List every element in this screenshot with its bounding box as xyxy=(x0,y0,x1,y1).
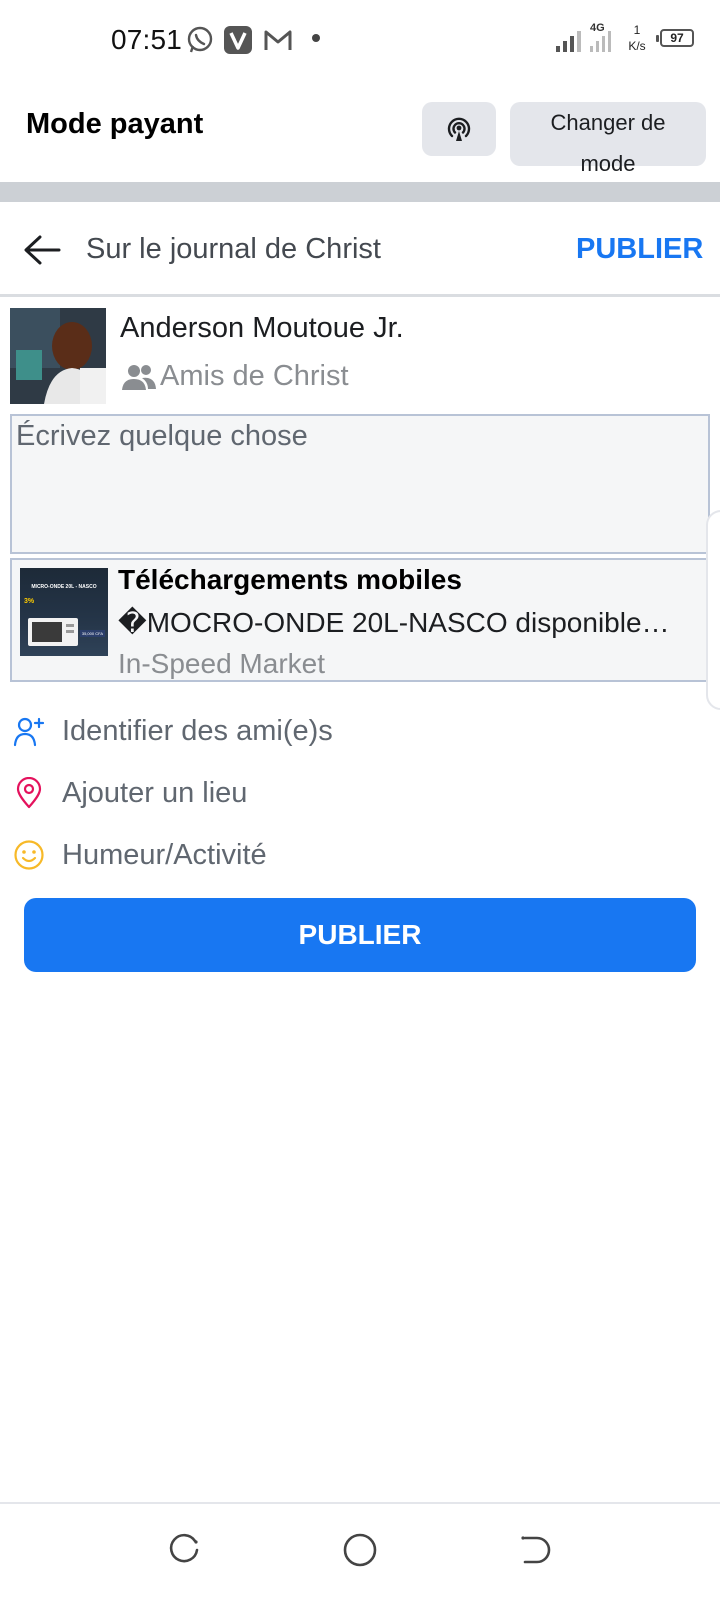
change-mode-button[interactable]: Changer de mode xyxy=(510,102,706,176)
smiley-icon xyxy=(12,838,46,872)
link-preview-source: In-Speed Market xyxy=(118,648,325,679)
publish-header-button[interactable]: PUBLIER xyxy=(576,233,703,266)
link-preview-description: �MOCRO-ONDE 20L-NASCO disponible… xyxy=(118,607,670,638)
recent-apps-icon xyxy=(167,1533,201,1567)
location-pin-icon xyxy=(12,776,46,810)
tag-friends-action[interactable]: Identifier des ami(e)s xyxy=(12,706,572,756)
post-text-input[interactable] xyxy=(10,414,710,554)
section-separator xyxy=(0,182,720,202)
recent-apps-button[interactable] xyxy=(164,1530,204,1570)
more-notifications-dot xyxy=(312,34,320,42)
back-button[interactable] xyxy=(22,230,62,270)
status-time: 07:51 xyxy=(111,24,183,55)
friends-icon xyxy=(122,363,156,391)
v-app-icon xyxy=(222,24,254,56)
add-friend-icon xyxy=(12,714,46,748)
change-mode-label: Changer de mode xyxy=(550,110,666,176)
thumbnail-price: 35,000 CFA xyxy=(79,630,105,637)
status-bar: 07:51 4G 1 K/s 97 xyxy=(0,0,720,80)
battery-icon: 97 xyxy=(656,29,694,47)
tag-friends-label: Identifier des ami(e)s xyxy=(62,714,333,747)
network-speed: 1 K/s xyxy=(628,23,646,53)
whatsapp-icon xyxy=(184,24,216,56)
arrow-left-icon xyxy=(23,235,61,265)
edge-panel-handle[interactable] xyxy=(706,510,720,710)
avatar xyxy=(10,308,106,404)
battery-level: 97 xyxy=(670,31,684,45)
home-button[interactable] xyxy=(340,1530,380,1570)
user-name: Anderson Moutoue Jr. xyxy=(120,312,404,344)
back-icon xyxy=(517,1533,551,1567)
broadcast-icon xyxy=(444,114,474,144)
audience-label: Amis de Christ xyxy=(160,360,349,392)
link-preview-thumbnail: MICRO-ONDE 20L - NASCO 3% 35,000 CFA xyxy=(20,568,108,656)
add-location-action[interactable]: Ajouter un lieu xyxy=(12,768,572,818)
add-location-label: Ajouter un lieu xyxy=(62,776,248,809)
home-icon xyxy=(342,1532,378,1568)
mode-title: Mode payant xyxy=(26,108,204,140)
publish-button[interactable]: PUBLIER xyxy=(24,898,696,972)
header-divider xyxy=(0,294,720,297)
nav-bar-divider xyxy=(0,1502,720,1504)
link-preview-card[interactable]: MICRO-ONDE 20L - NASCO 3% 35,000 CFA Tél… xyxy=(10,558,710,682)
gmail-icon xyxy=(262,24,294,56)
feeling-activity-action[interactable]: Humeur/Activité xyxy=(12,830,572,880)
link-preview-title: Téléchargements mobiles xyxy=(118,564,462,595)
signal-4g-icon: 4G xyxy=(590,22,616,52)
broadcast-button[interactable] xyxy=(422,102,496,156)
feeling-activity-label: Humeur/Activité xyxy=(62,838,267,871)
composer-title: Sur le journal de Christ xyxy=(86,233,381,265)
back-nav-button[interactable] xyxy=(514,1530,554,1570)
audience-selector[interactable]: Amis de Christ xyxy=(122,360,349,393)
